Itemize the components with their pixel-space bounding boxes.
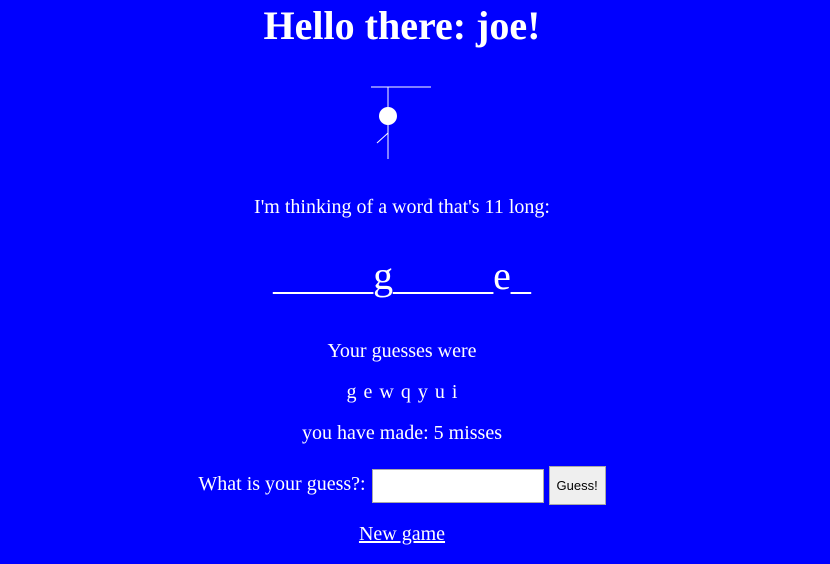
greeting-heading: Hello there: joe! [263, 3, 541, 48]
guess-input[interactable] [371, 468, 544, 503]
word-display: _____g_____e_ [273, 253, 531, 298]
guesses-list: g e w q y u i [346, 381, 458, 403]
hangman-left-arm [376, 132, 389, 144]
new-game-link[interactable]: New game [359, 523, 445, 545]
new-game-container: New game [0, 522, 804, 546]
guesses-heading: Your guesses were [327, 340, 477, 362]
hangman-figure [371, 86, 431, 159]
hangman-page: Hello there: joe! I'm thinking of a word… [0, 0, 830, 564]
guess-form: What is your guess?: Guess! [0, 466, 804, 505]
guess-button[interactable]: Guess! [548, 466, 606, 505]
hangman-head [379, 107, 397, 125]
misses-count: you have made: 5 misses [302, 422, 502, 444]
word-length-intro: I'm thinking of a word that's 11 long: [254, 196, 550, 218]
guess-label: What is your guess?: [198, 472, 366, 495]
